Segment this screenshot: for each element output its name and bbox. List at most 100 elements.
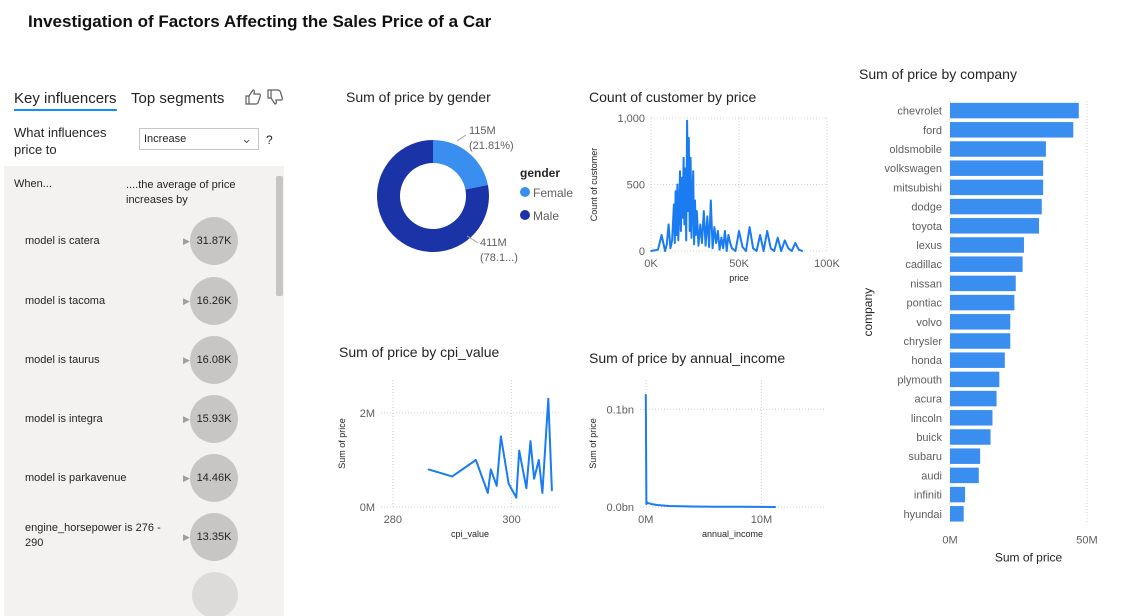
bar-toyota[interactable] [950,218,1040,234]
data-point[interactable] [650,250,652,252]
data-point[interactable] [691,197,694,199]
bar-subaru[interactable] [950,448,981,464]
data-point[interactable] [691,505,693,508]
data-point[interactable] [703,210,705,212]
bar-plymouth[interactable] [950,371,1000,388]
data-point[interactable] [645,503,648,505]
data-point[interactable] [724,230,726,232]
influencer-value-bubble[interactable]: 14.46K [190,454,238,502]
data-point[interactable] [774,506,777,508]
bar-chrysler[interactable] [950,333,1011,349]
data-point[interactable] [547,398,550,400]
data-point[interactable] [684,167,687,170]
data-point[interactable] [693,243,695,246]
help-icon[interactable]: ? [266,133,273,147]
bar-volkswagen[interactable] [950,160,1044,176]
data-point[interactable] [715,242,717,244]
data-point[interactable] [801,250,804,252]
data-point[interactable] [495,485,498,487]
data-point[interactable] [798,248,800,251]
data-point[interactable] [755,250,758,252]
data-point[interactable] [688,137,690,139]
data-point[interactable] [699,223,702,226]
bar-audi[interactable] [950,467,979,484]
data-point[interactable] [533,477,535,480]
data-point[interactable] [776,236,779,239]
data-point[interactable] [675,234,678,236]
influencer-list-scrollbar[interactable] [276,176,283,296]
data-point[interactable] [507,482,510,485]
data-point[interactable] [748,226,751,228]
data-point[interactable] [541,492,544,494]
data-point[interactable] [741,246,744,248]
data-point[interactable] [673,242,676,244]
tab-key-influencers[interactable]: Key influencers [14,90,117,111]
bar-oldsmobile[interactable] [950,141,1046,157]
data-point[interactable] [685,239,687,242]
data-point[interactable] [538,459,540,461]
data-point[interactable] [766,230,768,232]
data-point[interactable] [515,496,518,499]
legend-female-label[interactable]: Female [533,186,573,200]
data-point[interactable] [664,250,666,252]
data-point[interactable] [718,248,721,251]
thumbs-down-icon[interactable] [266,89,284,110]
influencer-label[interactable]: model is parkavenue [25,471,165,486]
series-line[interactable] [644,394,776,508]
series-line[interactable] [650,119,803,252]
data-point[interactable] [667,223,670,226]
data-point[interactable] [794,242,797,244]
data-point[interactable] [500,435,502,438]
data-point[interactable] [689,157,692,159]
data-point[interactable] [644,393,647,396]
influencer-value-bubble[interactable]: 16.26K [190,277,238,325]
data-point[interactable] [780,250,783,252]
bar-pontiac[interactable] [950,294,1015,311]
data-point[interactable] [475,459,477,461]
data-point[interactable] [727,234,730,236]
data-point[interactable] [769,247,772,250]
bar-nissan[interactable] [950,275,1016,292]
data-point[interactable] [489,468,492,471]
data-point[interactable] [729,242,731,244]
bar-chevrolet[interactable] [950,102,1079,119]
bar-cadillac[interactable] [950,256,1023,272]
data-point[interactable] [731,247,733,250]
data-point[interactable] [760,506,763,508]
data-point[interactable] [783,239,786,242]
bar-infiniti[interactable] [950,486,966,503]
data-point[interactable] [695,210,698,212]
data-point[interactable] [752,247,754,250]
data-point[interactable] [683,223,686,226]
data-point[interactable] [656,504,659,506]
bar-dodge[interactable] [950,198,1042,215]
data-point[interactable] [674,190,677,192]
data-point[interactable] [737,506,740,508]
data-point[interactable] [529,440,532,442]
bar-honda[interactable] [950,352,1005,368]
influencer-label[interactable]: model is tacoma [25,294,165,309]
data-point[interactable] [787,247,790,250]
data-point[interactable] [710,199,712,202]
bar-buick[interactable] [950,429,991,445]
influencer-label[interactable]: model is integra [25,412,165,427]
data-point[interactable] [762,250,765,252]
bar-hyundai[interactable] [950,506,964,522]
bar-mitsubishi[interactable] [950,179,1044,196]
data-point[interactable] [694,199,696,202]
tab-top-segments[interactable]: Top segments [131,90,224,107]
data-point[interactable] [697,244,700,247]
data-point[interactable] [706,215,709,218]
data-point[interactable] [677,239,680,242]
influencer-value-bubble[interactable]: 15.93K [190,395,238,443]
data-point[interactable] [669,247,672,250]
thumbs-up-icon[interactable] [244,89,262,110]
data-point[interactable] [717,230,719,232]
data-point[interactable] [759,234,761,236]
data-point[interactable] [701,242,703,244]
influencer-label[interactable]: model is catera [25,234,165,249]
direction-dropdown[interactable]: Increase ⌄ [139,128,259,150]
data-point[interactable] [682,157,685,159]
series-line[interactable] [428,397,553,499]
data-point[interactable] [668,505,670,507]
